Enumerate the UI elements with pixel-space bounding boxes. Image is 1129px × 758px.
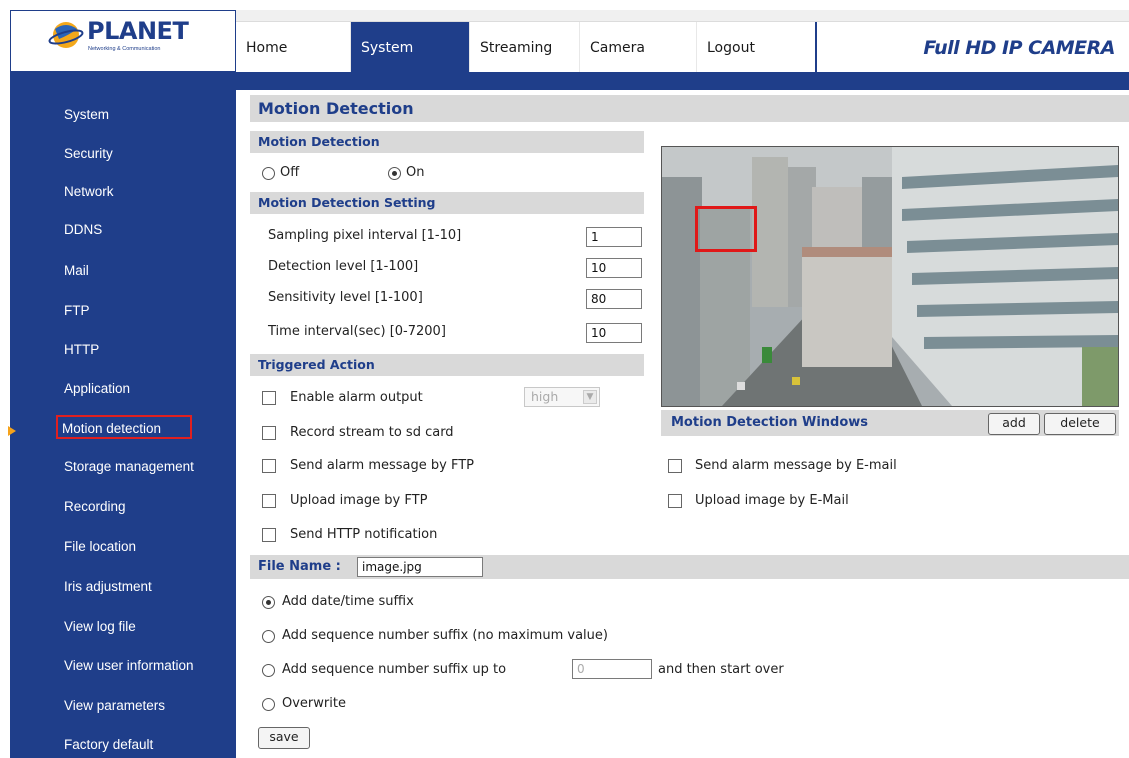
radio-add-sequence-upto[interactable] [262, 664, 275, 677]
chevron-down-icon: ▼ [583, 390, 597, 404]
tab-logout[interactable]: Logout [697, 22, 817, 72]
detection-level-label: Detection level [1-100] [268, 259, 419, 274]
selected-arrow-icon [8, 426, 16, 436]
sequence-upto-input[interactable]: 0 [572, 659, 652, 679]
send-alarm-ftp-checkbox[interactable] [262, 459, 276, 473]
sidebar-item-storage-management[interactable]: Storage management [60, 455, 198, 479]
add-datetime-suffix-label: Add date/time suffix [282, 594, 414, 609]
add-sequence-nomax-label: Add sequence number suffix (no maximum v… [282, 628, 608, 643]
tab-home[interactable]: Home [236, 22, 351, 72]
sidebar-item-factory-default[interactable]: Factory default [60, 733, 157, 757]
radio-off-label: Off [280, 165, 300, 180]
sequence-upto-tail-label: and then start over [658, 662, 784, 677]
save-button[interactable]: save [258, 727, 310, 749]
sidebar-item-recording[interactable]: Recording [60, 495, 130, 519]
delete-window-button[interactable]: delete [1044, 413, 1116, 435]
sidebar-item-security[interactable]: Security [60, 142, 117, 166]
section-motion-detection-setting: Motion Detection Setting [250, 192, 644, 214]
motion-detection-window-region[interactable] [695, 206, 757, 252]
sidebar-item-file-location[interactable]: File location [60, 535, 140, 559]
radio-add-datetime-suffix[interactable] [262, 596, 275, 609]
detection-level-input[interactable]: 10 [586, 258, 642, 278]
sidebar-item-motion-detection[interactable]: Motion detection [56, 415, 192, 439]
section-motion-detection: Motion Detection [250, 131, 644, 153]
sidebar-item-network[interactable]: Network [60, 180, 118, 204]
alarm-level-value: high [531, 389, 559, 404]
sidebar-item-view-log-file[interactable]: View log file [60, 615, 140, 639]
tab-camera[interactable]: Camera [580, 22, 697, 72]
camera-scene-image [662, 147, 1118, 406]
time-interval-label: Time interval(sec) [0-7200] [268, 324, 446, 339]
section-triggered-action: Triggered Action [250, 354, 644, 376]
upload-image-ftp-label: Upload image by FTP [290, 493, 428, 508]
add-sequence-upto-label: Add sequence number suffix up to [282, 662, 507, 677]
upload-image-email-checkbox[interactable] [668, 494, 682, 508]
time-interval-input[interactable]: 10 [586, 323, 642, 343]
logo-text: PLANET [87, 17, 189, 45]
sensitivity-level-input[interactable]: 80 [586, 289, 642, 309]
sidebar-item-http[interactable]: HTTP [60, 338, 103, 362]
sidebar-item-application[interactable]: Application [60, 377, 134, 401]
record-stream-checkbox[interactable] [262, 426, 276, 440]
radio-add-sequence-nomax[interactable] [262, 630, 275, 643]
tab-system[interactable]: System [351, 22, 470, 72]
enable-alarm-output-checkbox[interactable] [262, 391, 276, 405]
radio-on[interactable] [388, 167, 401, 180]
tab-streaming[interactable]: Streaming [470, 22, 580, 72]
send-http-label: Send HTTP notification [290, 527, 438, 542]
radio-off[interactable] [262, 167, 275, 180]
sidebar: System Security Network DDNS Mail FTP HT… [10, 90, 236, 758]
logo: PLANET Networking & Communication [10, 10, 236, 72]
add-window-button[interactable]: add [988, 413, 1040, 435]
sidebar-item-ftp[interactable]: FTP [60, 299, 94, 323]
file-name-label: File Name : [258, 559, 341, 574]
alarm-level-select[interactable]: high ▼ [524, 387, 600, 407]
sampling-interval-input[interactable]: 1 [586, 227, 642, 247]
sensitivity-level-label: Sensitivity level [1-100] [268, 290, 423, 305]
send-http-checkbox[interactable] [262, 528, 276, 542]
sidebar-item-mail[interactable]: Mail [60, 259, 93, 283]
enable-alarm-output-label: Enable alarm output [290, 390, 423, 405]
sidebar-item-system[interactable]: System [60, 103, 113, 127]
send-alarm-ftp-label: Send alarm message by FTP [290, 458, 474, 473]
page-title: Motion Detection [250, 95, 1129, 122]
overwrite-label: Overwrite [282, 696, 346, 711]
radio-on-label: On [406, 165, 425, 180]
header-divider [10, 72, 1129, 90]
upload-image-ftp-checkbox[interactable] [262, 494, 276, 508]
sampling-interval-label: Sampling pixel interval [1-10] [268, 228, 462, 243]
upload-image-email-label: Upload image by E-Mail [695, 493, 849, 508]
sidebar-item-ddns[interactable]: DDNS [60, 218, 106, 242]
camera-preview[interactable] [661, 146, 1119, 407]
motion-detection-windows-title: Motion Detection Windows [671, 415, 869, 430]
top-strip [236, 10, 1129, 21]
product-title: Full HD IP CAMERA [923, 37, 1115, 59]
file-name-input[interactable]: image.jpg [357, 557, 483, 577]
send-alarm-email-checkbox[interactable] [668, 459, 682, 473]
record-stream-label: Record stream to sd card [290, 425, 454, 440]
logo-subtext: Networking & Communication [88, 46, 161, 52]
send-alarm-email-label: Send alarm message by E-mail [695, 458, 897, 473]
sidebar-item-view-user-information[interactable]: View user information [60, 654, 198, 678]
sidebar-item-iris-adjustment[interactable]: Iris adjustment [60, 575, 156, 599]
radio-overwrite[interactable] [262, 698, 275, 711]
sidebar-item-view-parameters[interactable]: View parameters [60, 694, 169, 718]
top-nav: Home System Streaming Camera Logout Full… [236, 21, 1129, 72]
